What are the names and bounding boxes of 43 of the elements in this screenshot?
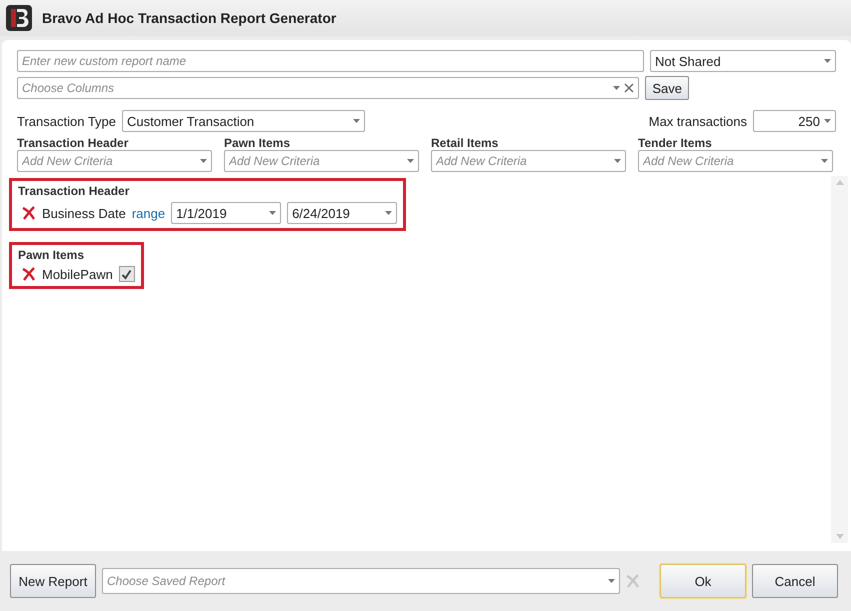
sharing-dropdown[interactable]: Not Shared — [650, 50, 836, 72]
clear-icon[interactable] — [624, 83, 634, 93]
transaction-type-label: Transaction Type — [17, 114, 116, 128]
report-name-field[interactable]: Enter new custom report name — [17, 50, 644, 72]
caret-icon — [824, 119, 831, 123]
criteria-label: Retail Items — [431, 136, 500, 150]
caret-icon — [200, 159, 207, 163]
caret-icon — [353, 119, 360, 123]
criteria-name: MobilePawn — [42, 266, 113, 282]
caret-icon — [821, 159, 828, 163]
saved-report-dropdown[interactable]: Choose Saved Report — [102, 568, 620, 594]
report-name-input[interactable]: Enter new custom report name — [22, 52, 639, 70]
group-title: Pawn Items — [18, 248, 86, 262]
caret-icon — [407, 159, 414, 163]
caret-icon — [269, 211, 276, 215]
columns-dropdown[interactable]: Choose Columns — [17, 77, 640, 99]
logo-icon — [6, 5, 32, 31]
caret-icon — [614, 159, 621, 163]
cancel-button[interactable]: Cancel — [752, 564, 838, 598]
caret-icon — [608, 579, 615, 583]
caret-icon — [613, 86, 620, 90]
window-title: Bravo Ad Hoc Transaction Report Generator — [42, 10, 336, 26]
criteria-label: Transaction Header — [17, 136, 130, 150]
saved-report-input[interactable]: Choose Saved Report — [107, 572, 604, 590]
ok-button[interactable]: Ok — [660, 564, 746, 598]
save-button[interactable]: Save — [645, 76, 689, 100]
remove-icon[interactable] — [22, 206, 36, 220]
columns-input[interactable]: Choose Columns — [22, 79, 610, 97]
criteria-label: Tender Items — [638, 136, 713, 150]
caret-icon — [385, 211, 392, 215]
remove-icon[interactable] — [22, 267, 36, 281]
date-dropdown[interactable]: 6/24/2019 — [287, 202, 398, 224]
range-link[interactable]: range — [132, 206, 166, 220]
new-report-button[interactable]: New Report — [10, 564, 96, 598]
max-transactions-dropdown[interactable]: 250 — [753, 110, 836, 132]
date-dropdown[interactable]: 1/1/2019 — [171, 202, 282, 224]
transaction-type-dropdown[interactable]: Customer Transaction — [122, 110, 365, 132]
criteria-name: Business Date — [42, 206, 126, 220]
max-transactions-label: Max transactions — [648, 114, 747, 128]
criteria-label: Pawn Items — [224, 136, 292, 150]
group-title: Transaction Header — [18, 184, 130, 198]
checkbox[interactable] — [118, 266, 135, 282]
caret-icon — [824, 59, 831, 63]
